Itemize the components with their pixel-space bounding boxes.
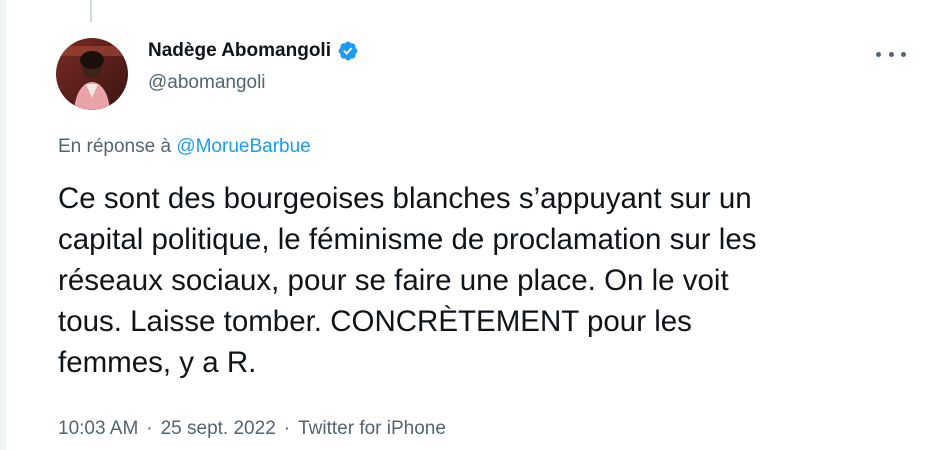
reply-mention-link[interactable]: @MorueBarbue xyxy=(176,136,310,157)
left-border xyxy=(0,0,6,450)
meta-separator: · xyxy=(146,418,153,439)
tweet-text: Ce sont des bourgeoises blanches s’appuy… xyxy=(58,182,757,379)
meta-separator: · xyxy=(283,418,291,439)
author-display-name[interactable]: Nadège Abomangoli xyxy=(148,40,331,62)
reply-prefix: En réponse à xyxy=(58,136,172,157)
tweet-time[interactable]: 10:03 AM xyxy=(58,418,138,440)
verified-badge-icon xyxy=(337,40,359,62)
more-dot xyxy=(888,51,894,57)
tweet-source[interactable]: Twitter for iPhone xyxy=(298,418,446,440)
more-options-button[interactable] xyxy=(876,44,906,64)
author-name-row: Nadège Abomangoli xyxy=(148,40,359,62)
author-handle[interactable]: @abomangoli xyxy=(148,72,359,94)
avatar[interactable] xyxy=(56,38,128,110)
author-block: Nadège Abomangoli @abomangoli xyxy=(148,40,359,94)
tweet-date[interactable]: 25 sept. 2022 xyxy=(161,418,276,440)
reply-context: En réponse à @MorueBarbue xyxy=(58,136,311,158)
avatar-image xyxy=(56,38,128,110)
tweet-meta: 10:03 AM · 25 sept. 2022 · Twitter for i… xyxy=(58,418,446,440)
thread-line xyxy=(90,0,92,22)
more-options-icon xyxy=(876,51,881,57)
more-dot xyxy=(901,51,906,57)
